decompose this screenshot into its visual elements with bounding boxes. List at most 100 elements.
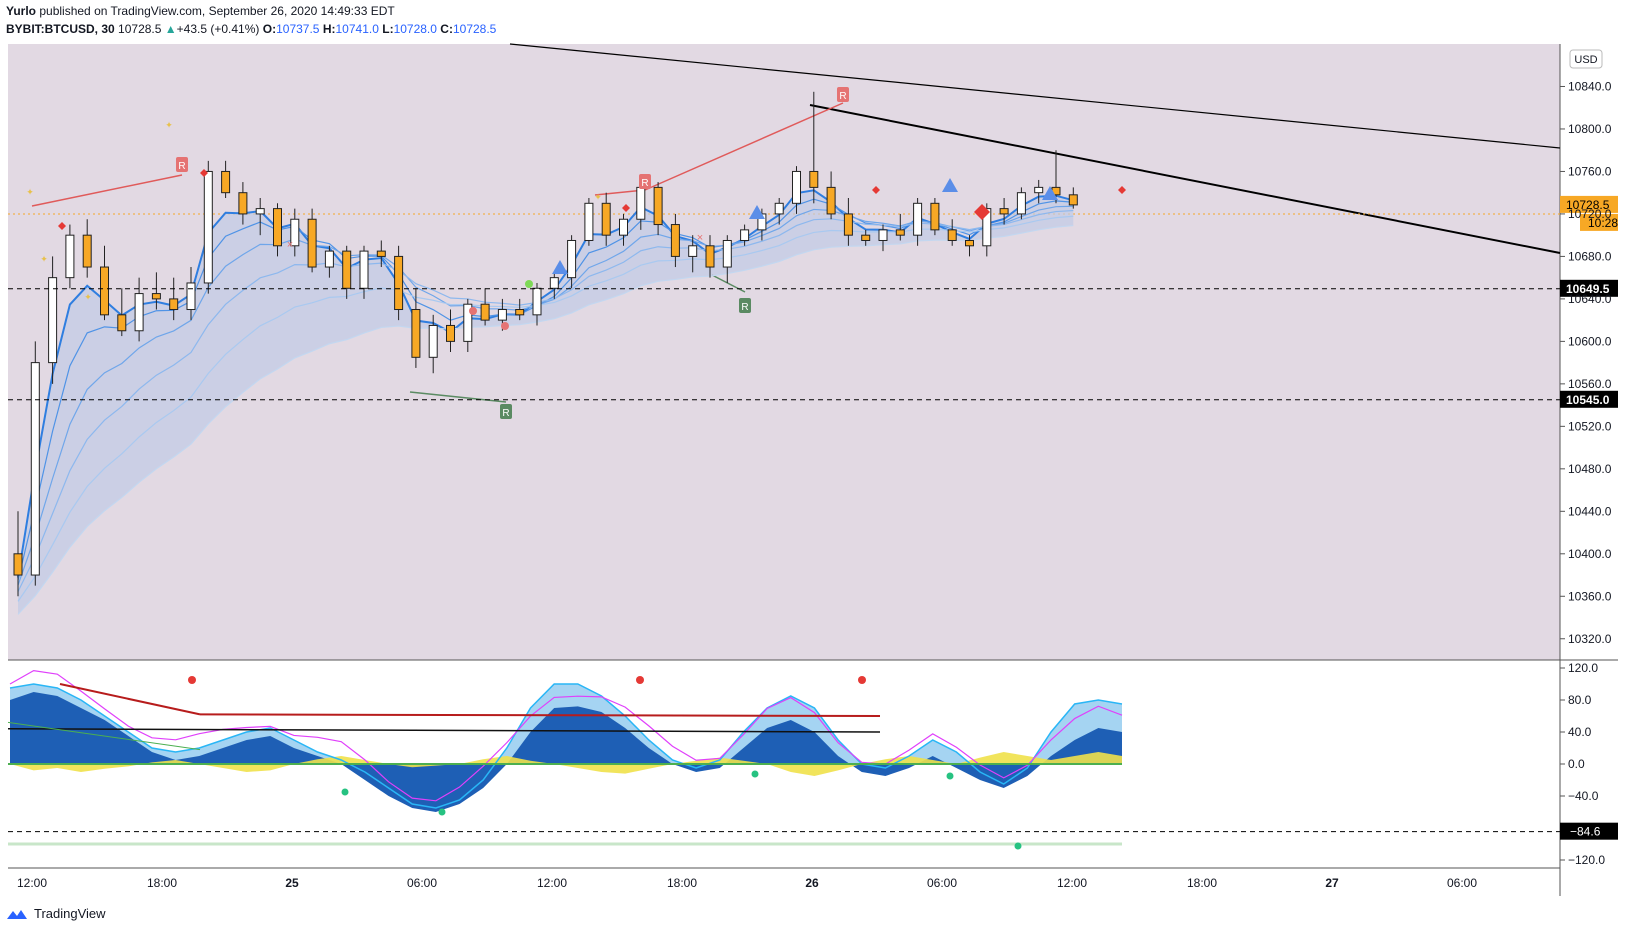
time-tick-label: 25 [285,876,299,890]
candle-body [446,324,455,342]
candle-body [515,309,525,316]
oscillator-green-dot [946,772,954,780]
candle-body [30,362,40,576]
star-marker: ✦ [165,120,173,130]
candle-body [48,277,58,364]
candle-body [100,266,109,316]
candle-body [947,229,957,241]
candle-body [238,192,248,215]
price-chart[interactable]: RRRRR✦✦✦✦✦×× 10649.510545.010728.510:28 … [0,0,1627,934]
candle-body [186,282,196,311]
candle-body [809,170,819,188]
candle-body [255,208,265,215]
oscillator-tick-label: 0.0 [1568,757,1585,771]
dot-marker-green [525,280,533,288]
candle-body [567,239,577,279]
candle-body [861,234,871,241]
candle-body [636,186,646,220]
time-tick-label: 06:00 [1447,876,1477,890]
oscillator-red-dot [858,676,866,684]
candle-body [221,170,231,194]
candle-body [584,202,594,241]
candle-body [619,218,628,236]
brand-name[interactable]: TradingView [34,906,106,921]
currency-badge[interactable]: USD [1569,49,1603,69]
time-tick-label: 27 [1325,876,1339,890]
candle-body [1034,186,1044,194]
cross-marker: × [697,232,703,244]
oscillator-level-label: −84.6 [1570,825,1601,839]
oscillator-tick-label: 80.0 [1568,693,1592,707]
price-tick-label: 10720.0 [1568,207,1612,221]
candle-body [913,202,923,236]
price-tick-label: 10840.0 [1568,79,1612,93]
time-tick-label: 12:00 [537,876,567,890]
candle-body [376,250,386,257]
cross-marker: × [287,239,293,251]
time-tick-label: 12:00 [1057,876,1087,890]
candle-body [843,213,853,236]
candle-body [1016,192,1026,215]
candle-body [497,309,507,321]
time-tick-label: 18:00 [1187,876,1217,890]
time-tick-label: 26 [805,876,819,890]
price-tick-label: 10760.0 [1568,164,1612,178]
reversal-marker-label: R [502,408,509,419]
tradingview-logo-icon [7,909,27,919]
oscillator-green-dot [751,770,759,778]
price-tick-label: 10520.0 [1568,419,1612,433]
candle-body [134,293,144,332]
candle-body [792,170,801,204]
candle-body [151,293,161,300]
candle-body [826,186,836,215]
candle-body [999,208,1009,215]
candle-body [169,298,179,311]
oscillator-green-dot [1014,842,1022,850]
time-tick-label: 18:00 [147,876,177,890]
currency-label: USD [1574,54,1597,66]
price-tick-label: 10680.0 [1568,249,1612,263]
dot-marker-red [469,307,477,315]
candle-body [549,277,559,289]
candle-body [307,218,317,268]
candle-body [670,224,680,257]
candle-body [273,208,282,247]
dot-marker-red [501,322,509,330]
time-tick-label: 06:00 [407,876,437,890]
reversal-marker-label: R [839,91,846,102]
candle-body [653,186,663,226]
candle-body [428,324,438,358]
candle-body [324,250,334,268]
candle-body [532,287,542,316]
reversal-marker-label: R [178,161,185,172]
candle-body [359,250,369,289]
time-tick-label: 06:00 [927,876,957,890]
oscillator-red-dot [636,676,644,684]
oscillator-tick-label: −120.0 [1568,853,1605,867]
price-tick-label: 10480.0 [1568,462,1612,476]
oscillator-green-dot [438,808,446,816]
time-tick-label: 12:00 [17,876,47,890]
candle-body [965,239,974,247]
candle-body [65,234,75,279]
candle-body [740,229,750,241]
oscillator-axis[interactable]: 120.0 80.0 40.0 0.0 −40.0 −120.0 −84.6 [1560,661,1618,867]
candle-body [411,309,421,358]
candle-body [117,314,127,332]
price-tick-label: 10320.0 [1568,632,1612,646]
candle-body [480,303,490,321]
oscillator-red-dot [188,676,196,684]
reversal-marker-label: R [641,178,648,189]
candle-body [601,202,611,236]
candle-body [203,170,213,284]
oscillator-green-dot [341,788,349,796]
oscillator-tick-label: 40.0 [1568,725,1592,739]
candle-body [878,229,888,241]
time-axis[interactable]: 12:00 18:00 25 06:00 12:00 18:00 26 06:00 12:00 1… [17,876,1477,890]
price-axis[interactable]: 10840.0 10800.0 10760.0 10720.0 10680.0 10640… [1560,79,1612,646]
star-marker: ✦ [40,254,48,264]
price-tick-label: 10560.0 [1568,377,1612,391]
candle-body [688,245,698,257]
oscillator-pane [7,669,1560,850]
reversal-marker-label: R [741,302,748,313]
